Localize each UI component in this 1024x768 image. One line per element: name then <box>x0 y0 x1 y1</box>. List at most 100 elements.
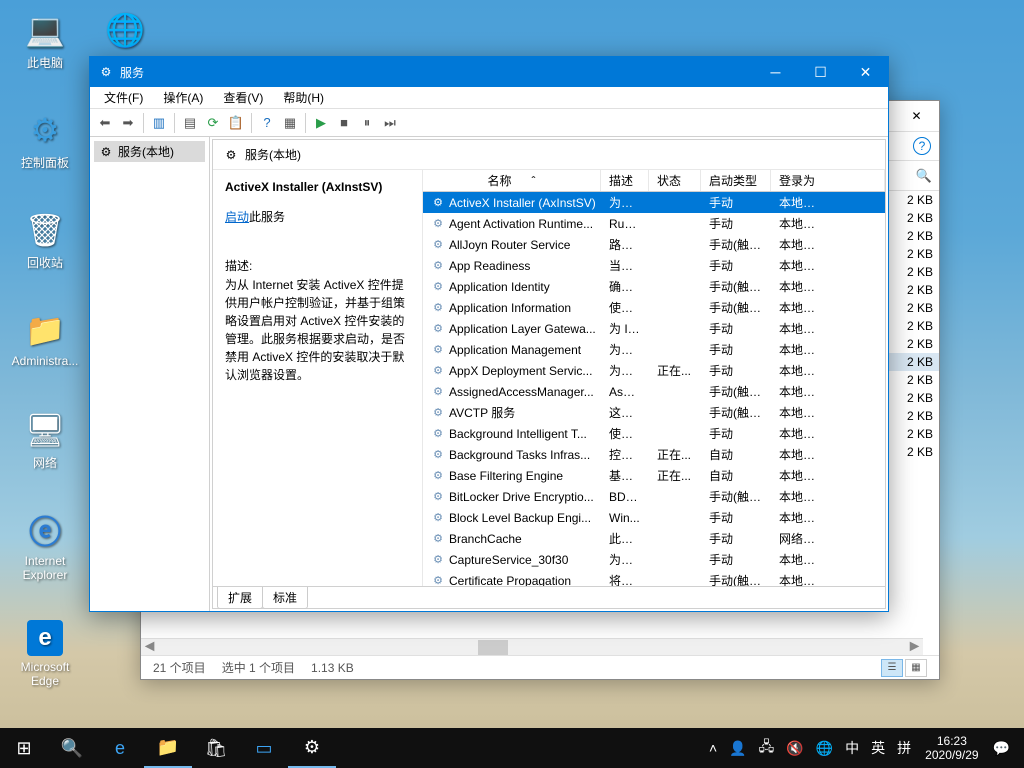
service-row[interactable]: ⚙Background Tasks Infras...控制...正在...自动本… <box>423 444 885 465</box>
maximize-button[interactable]: ☐ <box>798 57 843 87</box>
tree-item-services-local[interactable]: ⚙ 服务(本地) <box>94 141 205 162</box>
services-list-pane: 名称ˆ 描述 状态 启动类型 登录为 ⚙ActiveX Installer (A… <box>423 170 885 586</box>
menu-file[interactable]: 文件(F) <box>96 87 151 108</box>
desktop-icon-admin-folder[interactable]: 📁Administra... <box>10 310 80 368</box>
service-row[interactable]: ⚙Application Layer Gatewa...为 In...手动本地服… <box>423 318 885 339</box>
column-startup[interactable]: 启动类型 <box>701 170 771 191</box>
menu-view[interactable]: 查看(V) <box>215 87 271 108</box>
taskbar-services[interactable]: ⚙ <box>288 728 336 768</box>
service-row[interactable]: ⚙Base Filtering Engine基本...正在...自动本地服务 <box>423 465 885 486</box>
service-name-cell: Application Information <box>449 301 571 315</box>
close-button[interactable]: ✕ <box>843 57 888 87</box>
services-titlebar[interactable]: ⚙ 服务 ─ ☐ ✕ <box>90 57 888 87</box>
column-logon[interactable]: 登录为 <box>771 170 885 191</box>
toolbar-export-button[interactable]: 📋 <box>225 112 247 134</box>
service-row[interactable]: ⚙AssignedAccessManager...Assi...手动(触发...… <box>423 381 885 402</box>
tab-extended[interactable]: 扩展 <box>217 587 263 609</box>
help-icon[interactable]: ? <box>913 137 931 155</box>
service-row[interactable]: ⚙BitLocker Drive Encryptio...BDE...手动(触发… <box>423 486 885 507</box>
services-tree-pane: ⚙ 服务(本地) <box>90 137 210 611</box>
service-logon-cell: 本地系统 <box>771 194 831 211</box>
tray-network-icon[interactable]: 🖧 <box>753 736 781 760</box>
tray-volume-icon[interactable]: 🔇 <box>780 740 809 757</box>
toolbar-stop-button[interactable]: ■ <box>333 112 355 134</box>
tray-chevron-up-icon[interactable]: ˄ <box>703 740 723 756</box>
service-row[interactable]: ⚙AllJoyn Router Service路由...手动(触发...本地服务 <box>423 234 885 255</box>
service-logon-cell: 本地系统 <box>771 341 831 358</box>
column-name[interactable]: 名称ˆ <box>423 170 601 191</box>
service-logon-cell: 网络服务 <box>771 530 831 547</box>
service-row[interactable]: ⚙Background Intelligent T...使用...手动本地系统 <box>423 423 885 444</box>
toolbar-refresh-button[interactable]: ⟳ <box>202 112 224 134</box>
service-row[interactable]: ⚙Agent Activation Runtime...Runt...手动本地系… <box>423 213 885 234</box>
service-startup-cell: 手动(触发... <box>701 299 771 316</box>
tray-ime-1[interactable]: 中 <box>839 738 865 758</box>
taskbar-file-explorer[interactable]: 📁 <box>144 728 192 768</box>
search-button[interactable]: 🔍 <box>48 728 96 768</box>
gear-icon: ⚙ <box>431 343 445 357</box>
toolbar-restart-button[interactable]: ⏭ <box>379 112 401 134</box>
tray-notifications-icon[interactable]: 💬 <box>987 740 1016 757</box>
tray-ime-icon[interactable]: 🌐 <box>810 740 839 757</box>
minimize-button[interactable]: ─ <box>753 57 798 87</box>
service-startup-cell: 手动 <box>701 320 771 337</box>
toolbar-properties-button[interactable]: ▤ <box>179 112 201 134</box>
toolbar-back-button[interactable]: ⬅ <box>94 112 116 134</box>
desktop-icon-network[interactable]: 🖥网络 <box>10 410 80 471</box>
desktop-icon-this-pc[interactable]: 💻此电脑 <box>10 10 80 71</box>
toolbar-columns-button[interactable]: ▦ <box>279 112 301 134</box>
menu-action[interactable]: 操作(A) <box>155 87 211 108</box>
column-status[interactable]: 状态 <box>649 170 701 191</box>
toolbar-pause-button[interactable]: ⏸ <box>356 112 378 134</box>
service-logon-cell: 本地系统 <box>771 299 831 316</box>
toolbar-start-button[interactable]: ▶ <box>310 112 332 134</box>
service-row[interactable]: ⚙ActiveX Installer (AxInstSV)为从 ...手动本地系… <box>423 192 885 213</box>
view-icons-button[interactable]: ▦ <box>905 659 927 677</box>
services-rows[interactable]: ⚙ActiveX Installer (AxInstSV)为从 ...手动本地系… <box>423 192 885 586</box>
toolbar-show-hide-button[interactable]: ▥ <box>148 112 170 134</box>
desktop-icon-browser[interactable]: 🌐 <box>90 10 160 54</box>
file-size-cell: 2 KB <box>889 245 939 263</box>
service-row[interactable]: ⚙AVCTP 服务这是...手动(触发...本地服务 <box>423 402 885 423</box>
service-row[interactable]: ⚙AppX Deployment Servic...为部...正在...手动本地… <box>423 360 885 381</box>
service-row[interactable]: ⚙Certificate Propagation将用...手动(触发...本地系… <box>423 570 885 586</box>
service-row[interactable]: ⚙Application Information使用...手动(触发...本地系… <box>423 297 885 318</box>
service-row[interactable]: ⚙Application Management为通...手动本地系统 <box>423 339 885 360</box>
toolbar-help-button[interactable]: ? <box>256 112 278 134</box>
explorer-close-button[interactable]: ✕ <box>894 101 939 131</box>
service-row[interactable]: ⚙Block Level Backup Engi...Win...手动本地系统 <box>423 507 885 528</box>
service-row[interactable]: ⚙Application Identity确定...手动(触发...本地服务 <box>423 276 885 297</box>
service-row[interactable]: ⚙BranchCache此服...手动网络服务 <box>423 528 885 549</box>
menu-help[interactable]: 帮助(H) <box>275 87 332 108</box>
tray-clock[interactable]: 16:23 2020/9/29 <box>917 734 986 763</box>
toolbar-forward-button[interactable]: ➡ <box>117 112 139 134</box>
tray-people-icon[interactable]: 👤 <box>723 740 752 757</box>
services-main-header: ⚙ 服务(本地) <box>213 140 885 170</box>
service-row[interactable]: ⚙CaptureService_30f30为调...手动本地系统 <box>423 549 885 570</box>
pc-icon: 💻 <box>25 10 65 50</box>
tray-ime-2[interactable]: 英 <box>865 738 891 758</box>
service-row[interactable]: ⚙App Readiness当用...手动本地系统 <box>423 255 885 276</box>
service-startup-cell: 手动(触发... <box>701 236 771 253</box>
folder-icon: 📁 <box>25 310 65 350</box>
desktop-icon-control-panel[interactable]: ⚙控制面板 <box>10 110 80 171</box>
column-description[interactable]: 描述 <box>601 170 649 191</box>
taskbar-edge[interactable]: e <box>96 728 144 768</box>
service-desc-cell: 使用... <box>601 425 649 442</box>
explorer-horizontal-scrollbar[interactable]: ◄ ► <box>141 638 923 655</box>
taskbar-app[interactable]: ▭ <box>240 728 288 768</box>
scrollbar-thumb[interactable] <box>478 640 508 655</box>
view-details-button[interactable]: ☰ <box>881 659 903 677</box>
desktop-icon-edge[interactable]: eMicrosoft Edge <box>10 620 80 688</box>
service-name-cell: ActiveX Installer (AxInstSV) <box>449 196 596 210</box>
gear-icon: ⚙ <box>431 406 445 420</box>
taskbar-store[interactable]: 🛍 <box>192 728 240 768</box>
desktop-icon-ie[interactable]: ⓔInternet Explorer <box>10 510 80 582</box>
tray-ime-3[interactable]: 拼 <box>891 738 917 758</box>
tab-standard[interactable]: 标准 <box>262 587 308 609</box>
start-service-link[interactable]: 启动 <box>225 210 249 224</box>
desktop-icon-recycle-bin[interactable]: 🗑回收站 <box>10 210 80 271</box>
service-desc-cell: 路由... <box>601 236 649 253</box>
start-button[interactable]: ⊞ <box>0 728 48 768</box>
search-icon[interactable]: 🔍 <box>915 167 933 185</box>
